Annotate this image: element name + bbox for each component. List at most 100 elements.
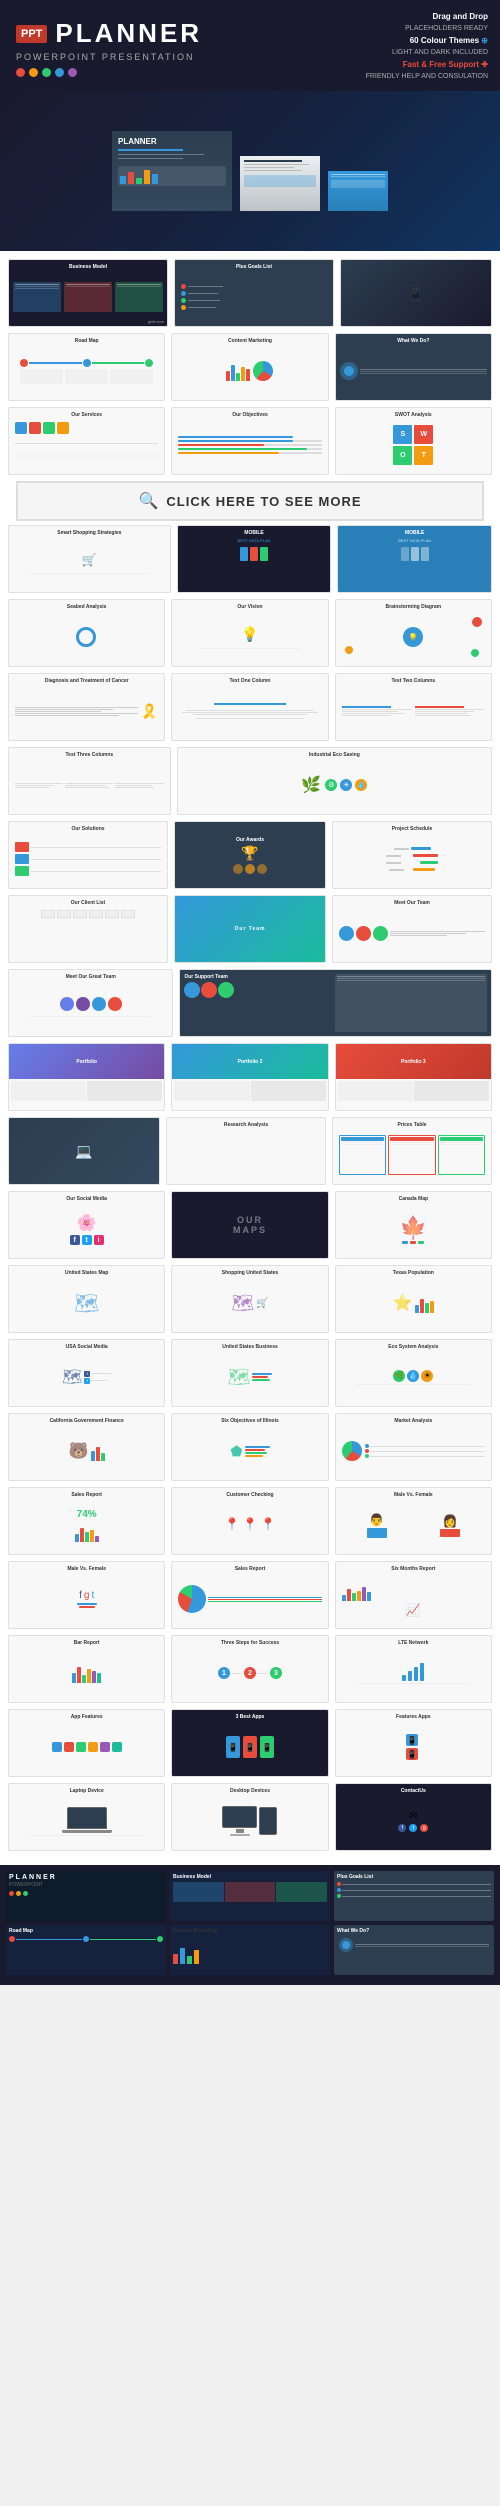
slide-texas: Texas Population ⭐ (335, 1265, 492, 1333)
slide-row-7: Test Three Columns (8, 747, 492, 815)
slide-portfolio3: Portfolio 3 (335, 1043, 492, 1111)
hero-area: PLANNER (0, 91, 500, 251)
slide-app-features: App Features (8, 1709, 165, 1777)
gantt-row (386, 854, 438, 857)
slide-what-we-do: What We Do? (335, 333, 492, 401)
feature-placeholder: PLACEHOLDERS READY (366, 25, 488, 32)
feature-help: FRIENDLY HELP AND CONSULATION (366, 73, 488, 80)
feature-dragdrop: Drag and Drop (366, 12, 488, 21)
sixmonth-bar (342, 1581, 485, 1601)
slide-social-media: Our Social Media 🌸 f t i (8, 1191, 165, 1259)
feature-support: Fast & Free Support ✚ (366, 60, 488, 69)
hero-mockup: PLANNER (112, 131, 388, 211)
dot-orange (29, 68, 38, 77)
slide-market-analysis: Market Analysis (335, 1413, 492, 1481)
bottom-row-1: PLANNER POWERPOINT Business Model Plus G… (6, 1871, 494, 1921)
dot-green (42, 68, 51, 77)
header-subtitle: POWERPOINT PRESENTATION (16, 52, 202, 62)
slide-row-6: Diagnosis and Treatment of Cancer 🎗️ Tex… (8, 673, 492, 741)
gantt-row (386, 861, 438, 864)
bottom-slide-business: Business Model (170, 1871, 330, 1921)
slide-row-13: Our Social Media 🌸 f t i OURMAPS Canada … (8, 1191, 492, 1259)
laptop-photo-bg: 💻 (9, 1118, 159, 1184)
slide-row-15: USA Social Media 🗺 f t United States Bus… (8, 1339, 492, 1407)
sales-bar (75, 1522, 99, 1542)
slide-cancer: Diagnosis and Treatment of Cancer 🎗️ (8, 673, 165, 741)
photo-dark-bg: 📱 (341, 260, 491, 326)
slide-row-16: California Government Finance 🐻 Six Obje… (8, 1413, 492, 1481)
slide-swot: SWOT Analysis S W O T (335, 407, 492, 475)
slide-row-3: Our Services Our Objectives (8, 407, 492, 475)
slide-photo-dark: 📱 (340, 259, 492, 327)
slide-portfolio1: Portfolio (8, 1043, 165, 1111)
slide-row-10: Meet Our Great Team Our Support Team (8, 969, 492, 1037)
slide-row-18: Male Vs. Female f g t Sales Report (8, 1561, 492, 1629)
mockup-small-screen (328, 171, 388, 211)
slide-objectives: Our Objectives (171, 407, 328, 475)
slide-portfolio2: Portfolio 2 (171, 1043, 328, 1111)
gantt-row (389, 868, 435, 871)
slide-lte-network: LTE Network (335, 1635, 492, 1703)
bottom-slide-goals: Plus Goals List (334, 1871, 494, 1921)
ppt-icon: PPT (16, 25, 47, 43)
slide-canada-map: Canada Map 🍁 (335, 1191, 492, 1259)
slide-row-17: Sales Report 74% Customer Checking 📍 📍 📍 (8, 1487, 492, 1555)
bottom-slide-what: What We Do? (334, 1925, 494, 1975)
slide-row-1: Business Model (8, 259, 492, 327)
slide-previews: Business Model (0, 251, 500, 1865)
team-photo-bg: Our Team (175, 896, 325, 962)
progress-bars (178, 436, 321, 454)
feature-themes: 60 Colour Themes ⊕ (366, 36, 488, 45)
market-pie (342, 1441, 362, 1461)
slide-vision: Our Vision 💡 (171, 599, 328, 667)
slide-seabed: Seabed Analysis (8, 599, 165, 667)
slide-research: Research Analysis (166, 1117, 326, 1185)
slide-brainstorm: Brainstorming Diagram 💡 (335, 599, 492, 667)
slide-us-business: United States Business 🗺 (171, 1339, 328, 1407)
cta-text: CLICK HERE TO SEE MORE (166, 494, 361, 509)
slide-goals-list: Plus Goals List (174, 259, 334, 327)
slide-contact-us: ContactUs ✉ f t g (335, 1783, 492, 1851)
bottom-row-2: Road Map Content Marketing What We Do? (6, 1925, 494, 1975)
slide-sales-report: Sales Report 74% (8, 1487, 165, 1555)
dot-purple (68, 68, 77, 77)
slide-mobile-blue: MOBILE BEST DATA PLAN (337, 525, 492, 593)
search-icon: 🔍 (138, 491, 158, 511)
mini-pie-chart (253, 361, 273, 381)
slide-great-team: Meet Our Great Team (8, 969, 173, 1037)
slide-row-9: Our Client List Our Team Meet Our Team (8, 895, 492, 963)
slide-laptop-photo: 💻 (8, 1117, 160, 1185)
gantt-row (394, 847, 431, 850)
slide-row-14: United States Map 🗺 Shopping United Stat… (8, 1265, 492, 1333)
slide-male-female: Male Vs. Female 👨 👩 (335, 1487, 492, 1555)
slide-row-5: Seabed Analysis Our Vision 💡 (8, 599, 492, 667)
contact-icons: f t g (398, 1824, 428, 1832)
slide-california: California Government Finance 🐻 (8, 1413, 165, 1481)
header-title: PLANNER (55, 18, 202, 49)
bottom-slide-content: Content Marketing (170, 1925, 330, 1975)
slide-row-2: Road Map Content Marketing (8, 333, 492, 401)
slide-row-8: Our Solutions (8, 821, 492, 889)
mockup-side-screen (240, 156, 320, 211)
slide-usa-social: USA Social Media 🗺 f t (8, 1339, 165, 1407)
dot-blue (55, 68, 64, 77)
slide-mobile-dark: MOBILE BEST DATA PLAN (177, 525, 332, 593)
slide-laptop-device: Laptop Device (8, 1783, 165, 1851)
slide-shopping: Smart Shopping Strategies 🛒 (8, 525, 171, 593)
slide-roadmap: Road Map (8, 333, 165, 401)
slide-business-model: Business Model (8, 259, 168, 327)
slide-text3col: Test Three Columns (8, 747, 171, 815)
slide-clients: Our Client List (8, 895, 168, 963)
slide-row-11: Portfolio Portfolio 2 Portfolio 3 (8, 1043, 492, 1111)
cta-banner[interactable]: 🔍 CLICK HERE TO SEE MORE (16, 481, 484, 521)
mockup-main-screen: PLANNER (112, 131, 232, 211)
slide-awards: Our Awards 🏆 (174, 821, 326, 889)
slide-meet-team: Meet Our Team (332, 895, 492, 963)
texas-bar-chart (415, 1293, 434, 1313)
slide-team-photo: Our Team (174, 895, 326, 963)
slide-row-19: Bar Report Three Steps for Success 1 2 (8, 1635, 492, 1703)
mini-bar-chart (226, 361, 250, 381)
header: PPT PLANNER POWERPOINT PRESENTATION Drag… (0, 0, 500, 91)
slide-text2col: Test Two Columns (335, 673, 492, 741)
header-dots (16, 68, 202, 77)
